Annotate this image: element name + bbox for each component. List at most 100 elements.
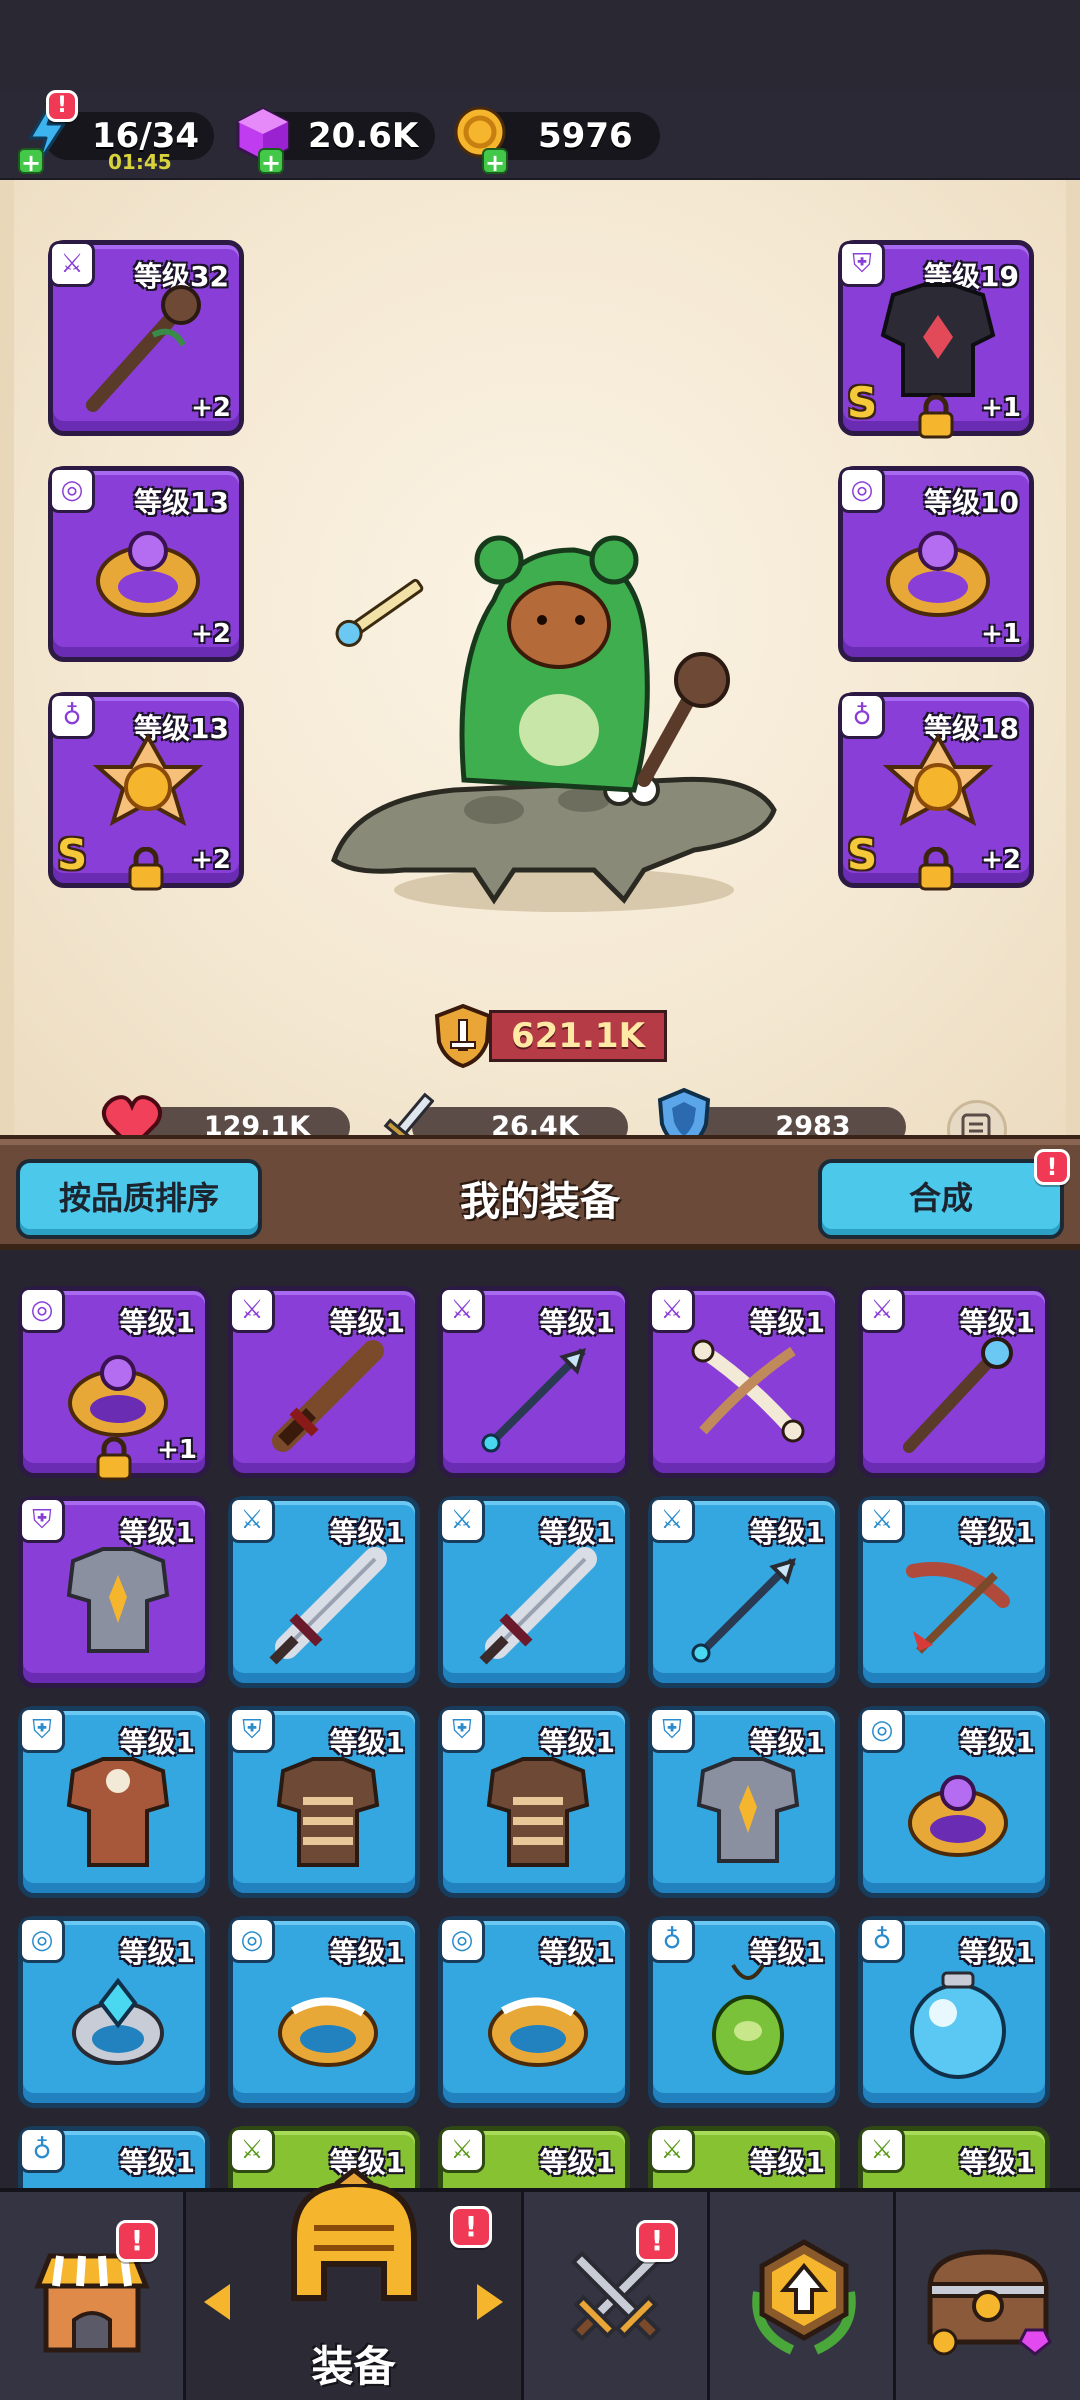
inventory-item[interactable]: ◎ 等级1 <box>438 1916 630 2108</box>
inventory-item[interactable]: ⛨ 等级1 <box>228 1706 420 1898</box>
green-amulet-icon <box>712 1963 784 2075</box>
shop-alert-icon: ! <box>116 2220 158 2262</box>
inventory-item[interactable]: ⚔ 等级1 <box>858 1496 1050 1688</box>
inventory-item[interactable]: ⛨ 等级1 <box>18 1496 210 1688</box>
weapon-type-icon: ⚔ <box>649 2127 695 2173</box>
equipment-title: 我的装备 <box>460 1179 620 1225</box>
inventory-item[interactable]: ◎ 等级1 +1 <box>18 1286 210 1481</box>
inventory-item[interactable]: ⚔ 等级1 <box>438 1496 630 1688</box>
slot-plus: +1 <box>981 393 1021 423</box>
item-level: 等级1 <box>539 2146 615 2179</box>
inventory-item[interactable]: ⚔ 等级1 <box>648 1496 840 1688</box>
spear-icon <box>691 1558 796 1663</box>
item-level: 等级1 <box>119 2146 195 2179</box>
steel-armor-icon <box>696 1757 800 1863</box>
gems-plus-icon[interactable]: + <box>258 148 284 176</box>
grade-badge: S <box>57 830 88 879</box>
chevron-left-icon <box>204 2284 230 2320</box>
gold-ring-icon <box>488 1997 588 2067</box>
status-bar <box>0 0 1080 90</box>
inventory-item[interactable]: ♁ 等级1 <box>18 2126 210 2190</box>
grade-badge: S <box>847 830 878 879</box>
inventory-item[interactable]: ⚔ 等级1 <box>438 1286 630 1478</box>
nav-equipment[interactable]: ! 装备 <box>186 2168 524 2400</box>
upgrade-arrow-icon <box>752 2239 856 2355</box>
coins-value: 5976 <box>538 116 633 156</box>
lock-icon <box>918 395 954 439</box>
blue-orb-icon <box>910 1971 1006 2079</box>
spear-icon <box>481 1348 586 1453</box>
lock-icon <box>918 847 954 891</box>
silver-ring-icon <box>72 1977 164 2065</box>
lock-icon <box>96 1437 132 1481</box>
item-level: 等级1 <box>959 2146 1035 2179</box>
weapon-type-icon: ⚔ <box>859 2127 905 2173</box>
energy-plus-icon[interactable]: + <box>18 148 44 176</box>
inventory-item[interactable]: ⚔ 等级1 <box>648 1286 840 1478</box>
inventory-item[interactable]: ♁ 等级1 <box>858 1916 1050 2108</box>
equipped-ring-slot[interactable]: ◎ 等级13 +2 <box>48 466 244 662</box>
helmet-icon <box>291 2168 417 2301</box>
treasure-chest-icon <box>927 2249 1052 2356</box>
item-plus: +1 <box>157 1435 197 1465</box>
sword-icon <box>269 1547 387 1665</box>
slot-plus: +2 <box>981 845 1021 875</box>
energy-timer: 01:45 <box>108 150 172 174</box>
equipped-necklace-slot-2[interactable]: ♁ 等级18 S +2 <box>838 692 1034 891</box>
sword-icon <box>479 1547 597 1665</box>
inventory-item[interactable]: ◎ 等级1 <box>18 1916 210 2108</box>
merge-button[interactable]: 合成 <box>818 1159 1064 1239</box>
equipped-necklace-slot[interactable]: ♁ 等级13 S +2 <box>48 692 244 891</box>
bow-icon <box>906 1562 1010 1654</box>
inventory-item[interactable]: ⚔ 等级1 <box>858 2126 1050 2190</box>
steel-armor-icon <box>66 1547 170 1653</box>
nav-battle[interactable]: ! <box>524 2192 710 2400</box>
nav-upgrade[interactable] <box>710 2192 896 2400</box>
bone-bow-icon <box>691 1339 805 1443</box>
inventory-item[interactable]: ⛨ 等级1 <box>18 1706 210 1898</box>
slot-plus: +2 <box>191 619 231 649</box>
ring-icon <box>908 1775 1008 1857</box>
equipped-ring-slot-2[interactable]: ◎ 等级10 +1 <box>838 466 1034 662</box>
fur-armor-icon <box>486 1757 590 1867</box>
gems-value: 20.6K <box>308 116 419 156</box>
leather-armor-icon <box>66 1757 170 1867</box>
hero-character[interactable] <box>314 400 794 960</box>
equipped-armor-slot[interactable]: ⛨ 等级19 S +1 <box>838 240 1034 439</box>
inventory-item[interactable]: ⛨ 等级1 <box>438 1706 630 1898</box>
gold-ring-icon <box>278 1997 378 2067</box>
inventory-item[interactable]: ⛨ 等级1 <box>648 1706 840 1898</box>
inventory-item[interactable]: ◎ 等级1 <box>228 1916 420 2108</box>
wood-sword-icon <box>272 1340 384 1452</box>
slot-plus: +2 <box>191 393 231 423</box>
nav-equipment-label: 装备 <box>311 2342 396 2391</box>
merge-alert-icon: ! <box>1034 1149 1070 1185</box>
sort-by-quality-button[interactable]: 按品质排序 <box>16 1159 262 1239</box>
necklace-type-icon: ♁ <box>19 2127 65 2173</box>
nav-shop[interactable]: ! <box>0 2192 186 2400</box>
equipment-alert-icon: ! <box>450 2206 492 2248</box>
nav-treasure[interactable] <box>896 2192 1080 2400</box>
weapon-type-icon: ⚔ <box>439 2127 485 2173</box>
battle-alert-icon: ! <box>636 2220 678 2262</box>
inventory-item[interactable]: ◎ 等级1 <box>858 1706 1050 1898</box>
slot-plus: +1 <box>981 619 1021 649</box>
power-display: 621.1K <box>429 1003 669 1069</box>
character-panel: ⚔ 等级32 +2 ◎ 等级13 +2 ♁ 等级13 S +2 ⛨ 等级19 S… <box>0 180 1080 1294</box>
inventory-item[interactable]: ⚔ 等级1 <box>648 2126 840 2190</box>
slot-plus: +2 <box>191 845 231 875</box>
chevron-right-icon <box>477 2284 503 2320</box>
lock-icon <box>128 847 164 891</box>
coins-plus-icon[interactable]: + <box>482 148 508 176</box>
resource-bar: 16/34 + ! 01:45 20.6K + 5976 + <box>0 90 1080 180</box>
equipped-weapon-slot[interactable]: ⚔ 等级32 +2 <box>48 240 244 436</box>
energy-alert-icon: ! <box>46 90 78 122</box>
inventory-item[interactable]: ⚔ 等级1 <box>858 1286 1050 1478</box>
inventory-item[interactable]: ⚔ 等级1 <box>438 2126 630 2190</box>
bottom-nav: ! ! 装备 ! <box>0 2168 1080 2400</box>
inventory-item[interactable]: ⚔ 等级1 <box>228 1286 420 1478</box>
inventory-item[interactable]: ⚔ 等级1 <box>228 1496 420 1688</box>
weapon-type-icon: ⚔ <box>229 2127 275 2173</box>
power-value: 621.1K <box>489 1010 667 1062</box>
inventory-item[interactable]: ♁ 等级1 <box>648 1916 840 2108</box>
